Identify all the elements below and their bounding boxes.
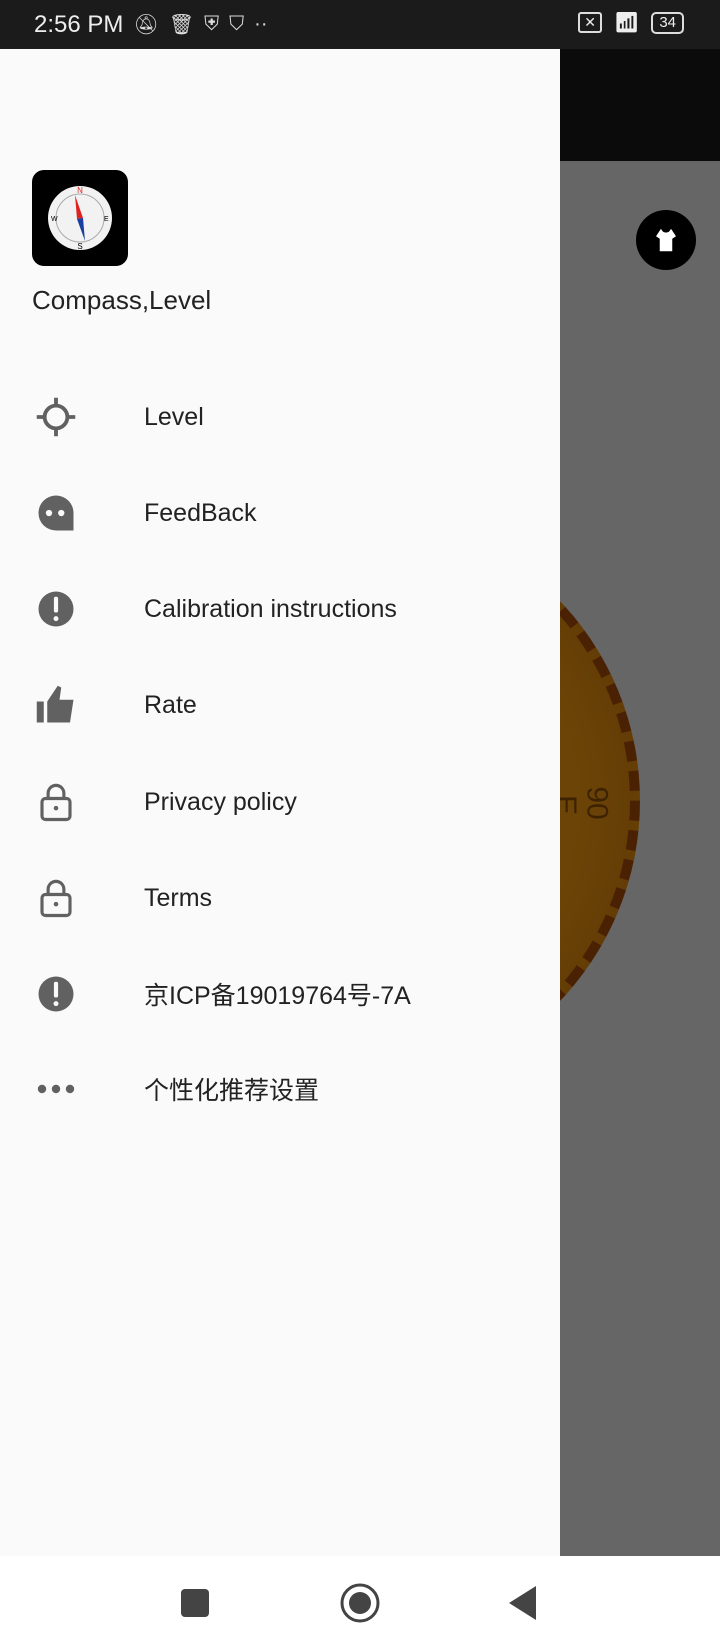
svg-text:W: W: [51, 216, 58, 223]
menu-item-label: Level: [144, 402, 204, 431]
crosshair-icon: [36, 397, 76, 437]
menu-item-label: 京ICP备19019764号-7A: [144, 982, 411, 1010]
menu-item-personalization[interactable]: 个性化推荐设置: [0, 1044, 560, 1134]
wifi-icon: 📶︎: [613, 12, 640, 34]
menu-item-label: Privacy policy: [144, 787, 297, 816]
menu-item-label: 个性化推荐设置: [144, 1077, 320, 1105]
svg-text:E: E: [104, 216, 109, 223]
chat-bubble-icon: [38, 495, 74, 531]
shield-bolt-icon: ⛨: [204, 13, 220, 35]
menu-item-calibration[interactable]: Calibration instructions: [0, 564, 560, 654]
recents-button[interactable]: [181, 1589, 209, 1617]
status-time: 2:56 PM: [34, 10, 124, 38]
sim-x-icon: ✕: [578, 12, 602, 33]
menu-item-label: Rate: [144, 690, 197, 719]
compass-degree-label: 90: [580, 786, 614, 820]
menu-item-label: Terms: [144, 883, 213, 912]
app-logo: N S W E: [32, 170, 128, 266]
alert-circle-icon: [38, 591, 74, 627]
status-bar: 2:56 PM 🔕︎ 🗑︎ ⛨ ⛉ ·· ✕ 📶︎ 34: [0, 0, 720, 49]
battery-level: 34: [659, 13, 676, 31]
home-button[interactable]: [340, 1583, 380, 1623]
navigation-drawer: N S W E Compass,Level Level FeedBack Cal…: [0, 49, 560, 1556]
lock-icon: [40, 879, 72, 918]
skin-button[interactable]: [636, 210, 696, 270]
menu-item-rate[interactable]: Rate: [0, 660, 560, 750]
bell-off-icon: 🔕︎: [133, 14, 159, 36]
compass-logo-icon: N S W E: [48, 186, 112, 251]
svg-text:N: N: [77, 186, 83, 195]
thumbs-up-icon: [36, 685, 74, 723]
alert-circle-icon: [38, 976, 74, 1012]
menu-item-level[interactable]: Level: [0, 372, 560, 462]
menu-item-label: FeedBack: [144, 498, 257, 527]
app-name: Compass,Level: [32, 285, 212, 315]
menu-item-icp[interactable]: 京ICP备19019764号-7A: [0, 949, 560, 1039]
battery-icon: 34: [651, 11, 684, 34]
menu-item-terms[interactable]: Terms: [0, 853, 560, 943]
menu-item-privacy-policy[interactable]: Privacy policy: [0, 757, 560, 847]
lock-icon: [40, 783, 72, 822]
svg-text:S: S: [77, 242, 82, 251]
shield-alert-icon: ⛉: [229, 13, 245, 35]
trash-icon: 🗑︎: [168, 14, 195, 36]
system-nav-bar: [0, 1556, 720, 1650]
more-horizontal-icon: [37, 1084, 75, 1094]
shirt-icon: [656, 228, 676, 252]
menu-item-label: Calibration instructions: [144, 594, 397, 623]
back-button[interactable]: [509, 1586, 537, 1620]
menu-item-feedback[interactable]: FeedBack: [0, 468, 560, 558]
more-dots-icon: ··: [254, 13, 268, 35]
